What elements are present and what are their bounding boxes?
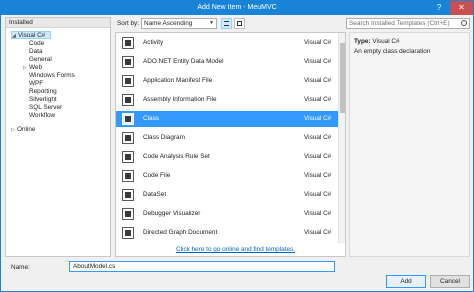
template-description: An empty class declaration <box>354 48 431 55</box>
template-item-class[interactable]: Class Visual C# <box>116 111 338 127</box>
close-button[interactable]: ✕ <box>450 1 473 15</box>
template-item-debugger-visualizer[interactable]: Debugger Visualizer Visual C# <box>116 206 338 222</box>
tree-item-general[interactable]: General <box>29 56 52 64</box>
cancel-button[interactable]: Cancel <box>430 275 470 288</box>
list-view-icon <box>224 21 229 26</box>
template-details-pane: Type: Visual C# An empty class declarati… <box>349 32 470 257</box>
templates-list: Activity Visual C# ADO.NET Entity Data M… <box>115 32 346 257</box>
sort-by-dropdown[interactable]: Name Ascending ▼ <box>141 18 217 29</box>
tree-item-windows-forms[interactable]: Windows Forms <box>29 72 75 80</box>
template-type: Type: Visual C# <box>354 38 400 45</box>
grid-view-icon <box>237 21 242 26</box>
tree-item-wpf[interactable]: WPF <box>29 80 43 88</box>
class-icon <box>122 113 134 125</box>
sort-by-value: Name Ascending <box>144 20 193 27</box>
tree-item-silverlight[interactable]: Silverlight <box>29 96 57 104</box>
tree-header[interactable]: Installed <box>6 18 110 28</box>
template-item-application-manifest-file[interactable]: Application Manifest File Visual C# <box>116 73 338 89</box>
code-file-icon <box>122 170 134 182</box>
type-label: Type: <box>354 38 371 45</box>
template-item-dataset[interactable]: DataSet Visual C# <box>116 187 338 203</box>
directed-graph-icon <box>122 227 134 239</box>
scrollbar-thumb[interactable] <box>340 43 345 113</box>
name-label: Name: <box>11 264 30 271</box>
template-item-directed-graph-document[interactable]: Directed Graph Document Visual C# <box>116 225 338 241</box>
tree-item-visual-csharp[interactable]: ◢ Visual C# <box>11 31 51 39</box>
category-tree: Installed ◢ Visual C# Code Data General ▷… <box>5 17 111 257</box>
class-diagram-icon <box>122 132 134 144</box>
assembly-info-icon <box>122 94 134 106</box>
grid-view-button[interactable] <box>234 18 245 29</box>
template-item-class-diagram[interactable]: Class Diagram Visual C# <box>116 130 338 146</box>
tree-item-workflow[interactable]: Workflow <box>29 112 55 120</box>
list-view-button[interactable] <box>221 18 232 29</box>
tree-item-web[interactable]: ▷ Web <box>23 64 42 72</box>
entity-model-icon <box>122 56 134 68</box>
tree-item-data[interactable]: Data <box>29 48 43 56</box>
search-icon[interactable] <box>461 20 467 26</box>
search-placeholder: Search Installed Templates (Ctrl+E) <box>349 20 450 27</box>
add-new-item-dialog: Add New Item - MeuMVC ? ✕ Installed ◢ Vis… <box>0 0 474 292</box>
rule-set-icon <box>122 151 134 163</box>
template-item-code-file[interactable]: Code File Visual C# <box>116 168 338 184</box>
window-title: Add New Item - MeuMVC <box>197 4 277 11</box>
chevron-down-icon: ▼ <box>209 20 214 26</box>
template-item-ado-net-entity-data-model[interactable]: ADO.NET Entity Data Model Visual C# <box>116 54 338 70</box>
tree-item-sql-server[interactable]: SQL Server <box>29 104 62 112</box>
template-item-activity[interactable]: Activity Visual C# <box>116 35 338 51</box>
templates-scrollbar[interactable] <box>338 33 345 243</box>
search-templates-input[interactable]: Search Installed Templates (Ctrl+E) <box>346 18 470 29</box>
tree-item-reporting[interactable]: Reporting <box>29 88 57 96</box>
tree-item-code[interactable]: Code <box>29 40 44 48</box>
debugger-visualizer-icon <box>122 208 134 220</box>
template-item-assembly-information-file[interactable]: Assembly Information File Visual C# <box>116 92 338 108</box>
type-value: Visual C# <box>372 38 400 45</box>
template-item-code-analysis-rule-set[interactable]: Code Analysis Rule Set Visual C# <box>116 149 338 165</box>
title-bar: Add New Item - MeuMVC ? ✕ <box>1 1 473 15</box>
manifest-icon <box>122 75 134 87</box>
dataset-icon <box>122 189 134 201</box>
help-button[interactable]: ? <box>428 1 450 15</box>
sort-by-label: Sort by: <box>117 20 140 27</box>
tree-header-label: Installed <box>9 19 33 26</box>
tree-item-online[interactable]: ▷ Online <box>11 126 35 134</box>
name-input[interactable]: AboutModel.cs <box>69 261 335 272</box>
activity-icon <box>122 37 134 49</box>
find-templates-online-link[interactable]: Click here to go online and find templat… <box>176 246 295 253</box>
add-button[interactable]: Add <box>386 275 426 288</box>
